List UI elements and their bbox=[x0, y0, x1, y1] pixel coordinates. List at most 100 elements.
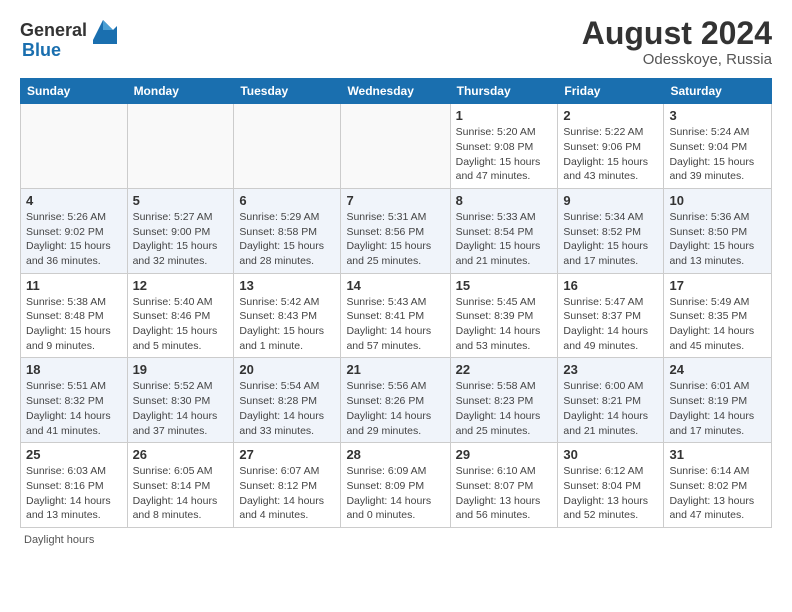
day-info: Sunrise: 5:26 AMSunset: 9:02 PMDaylight:… bbox=[26, 210, 122, 269]
day-number: 30 bbox=[563, 447, 658, 462]
calendar-cell: 5 Sunrise: 5:27 AMSunset: 9:00 PMDaylight… bbox=[127, 188, 234, 273]
calendar-cell: 19 Sunrise: 5:52 AMSunset: 8:30 PMDayligh… bbox=[127, 358, 234, 443]
day-number: 15 bbox=[456, 278, 553, 293]
day-info: Sunrise: 5:49 AMSunset: 8:35 PMDaylight:… bbox=[669, 295, 766, 354]
calendar-cell: 2 Sunrise: 5:22 AMSunset: 9:06 PMDaylight… bbox=[558, 104, 664, 189]
calendar-cell: 28 Sunrise: 6:09 AMSunset: 8:09 PMDayligh… bbox=[341, 443, 450, 528]
calendar-week-row: 4Sunrise: 5:26 AMSunset: 9:02 PMDaylight… bbox=[21, 188, 772, 273]
day-info: Sunrise: 6:09 AMSunset: 8:09 PMDaylight:… bbox=[346, 464, 444, 523]
logo: General Blue bbox=[20, 16, 117, 61]
day-info: Sunrise: 6:05 AMSunset: 8:14 PMDaylight:… bbox=[133, 464, 229, 523]
day-info: Sunrise: 5:45 AMSunset: 8:39 PMDaylight:… bbox=[456, 295, 553, 354]
calendar-cell bbox=[341, 104, 450, 189]
day-number: 28 bbox=[346, 447, 444, 462]
day-info: Sunrise: 6:03 AMSunset: 8:16 PMDaylight:… bbox=[26, 464, 122, 523]
day-number: 6 bbox=[239, 193, 335, 208]
day-info: Sunrise: 6:14 AMSunset: 8:02 PMDaylight:… bbox=[669, 464, 766, 523]
weekday-header-thursday: Thursday bbox=[450, 79, 558, 104]
title-block: August 2024 Odesskoye, Russia bbox=[582, 16, 772, 68]
day-info: Sunrise: 5:40 AMSunset: 8:46 PMDaylight:… bbox=[133, 295, 229, 354]
day-number: 2 bbox=[563, 108, 658, 123]
day-info: Sunrise: 5:36 AMSunset: 8:50 PMDaylight:… bbox=[669, 210, 766, 269]
day-number: 19 bbox=[133, 362, 229, 377]
weekday-header-sunday: Sunday bbox=[21, 79, 128, 104]
day-number: 18 bbox=[26, 362, 122, 377]
day-number: 25 bbox=[26, 447, 122, 462]
day-number: 5 bbox=[133, 193, 229, 208]
calendar-week-row: 18 Sunrise: 5:51 AMSunset: 8:32 PMDayligh… bbox=[21, 358, 772, 443]
day-number: 14 bbox=[346, 278, 444, 293]
calendar-cell: 18 Sunrise: 5:51 AMSunset: 8:32 PMDayligh… bbox=[21, 358, 128, 443]
day-number: 3 bbox=[669, 108, 766, 123]
calendar-cell: 14Sunrise: 5:43 AMSunset: 8:41 PMDayligh… bbox=[341, 273, 450, 358]
weekday-header-monday: Monday bbox=[127, 79, 234, 104]
calendar-cell: 26 Sunrise: 6:05 AMSunset: 8:14 PMDayligh… bbox=[127, 443, 234, 528]
calendar-cell: 20Sunrise: 5:54 AMSunset: 8:28 PMDayligh… bbox=[234, 358, 341, 443]
day-number: 20 bbox=[239, 362, 335, 377]
calendar-cell: 22 Sunrise: 5:58 AMSunset: 8:23 PMDayligh… bbox=[450, 358, 558, 443]
day-number: 12 bbox=[133, 278, 229, 293]
calendar-cell: 1Sunrise: 5:20 AMSunset: 9:08 PMDaylight… bbox=[450, 104, 558, 189]
day-info: Sunrise: 6:00 AMSunset: 8:21 PMDaylight:… bbox=[563, 379, 658, 438]
day-number: 21 bbox=[346, 362, 444, 377]
day-info: Sunrise: 5:38 AMSunset: 8:48 PMDaylight:… bbox=[26, 295, 122, 354]
day-info: Sunrise: 5:51 AMSunset: 8:32 PMDaylight:… bbox=[26, 379, 122, 438]
calendar-cell: 17 Sunrise: 5:49 AMSunset: 8:35 PMDayligh… bbox=[664, 273, 772, 358]
day-number: 29 bbox=[456, 447, 553, 462]
calendar-cell: 27 Sunrise: 6:07 AMSunset: 8:12 PMDayligh… bbox=[234, 443, 341, 528]
logo-icon bbox=[89, 16, 117, 44]
day-info: Sunrise: 5:34 AMSunset: 8:52 PMDaylight:… bbox=[563, 210, 658, 269]
day-number: 11 bbox=[26, 278, 122, 293]
day-number: 8 bbox=[456, 193, 553, 208]
daylight-hours-label: Daylight hours bbox=[24, 534, 94, 546]
header: General Blue August 2024 Odesskoye, Russ… bbox=[20, 16, 772, 68]
day-number: 1 bbox=[456, 108, 553, 123]
day-info: Sunrise: 5:47 AMSunset: 8:37 PMDaylight:… bbox=[563, 295, 658, 354]
calendar-cell: 31 Sunrise: 6:14 AMSunset: 8:02 PMDayligh… bbox=[664, 443, 772, 528]
logo-general-text: General bbox=[20, 20, 87, 41]
day-number: 24 bbox=[669, 362, 766, 377]
day-number: 22 bbox=[456, 362, 553, 377]
day-number: 27 bbox=[239, 447, 335, 462]
weekday-header-wednesday: Wednesday bbox=[341, 79, 450, 104]
day-number: 9 bbox=[563, 193, 658, 208]
calendar-cell: 21Sunrise: 5:56 AMSunset: 8:26 PMDayligh… bbox=[341, 358, 450, 443]
day-info: Sunrise: 5:33 AMSunset: 8:54 PMDaylight:… bbox=[456, 210, 553, 269]
calendar-cell: 3 Sunrise: 5:24 AMSunset: 9:04 PMDaylight… bbox=[664, 104, 772, 189]
logo-blue-text: Blue bbox=[22, 40, 61, 61]
calendar-cell: 15 Sunrise: 5:45 AMSunset: 8:39 PMDayligh… bbox=[450, 273, 558, 358]
calendar-week-row: 11 Sunrise: 5:38 AMSunset: 8:48 PMDayligh… bbox=[21, 273, 772, 358]
day-number: 16 bbox=[563, 278, 658, 293]
day-info: Sunrise: 5:52 AMSunset: 8:30 PMDaylight:… bbox=[133, 379, 229, 438]
day-number: 13 bbox=[239, 278, 335, 293]
calendar-cell: 7Sunrise: 5:31 AMSunset: 8:56 PMDaylight… bbox=[341, 188, 450, 273]
day-info: Sunrise: 5:42 AMSunset: 8:43 PMDaylight:… bbox=[239, 295, 335, 354]
day-number: 17 bbox=[669, 278, 766, 293]
calendar-cell bbox=[127, 104, 234, 189]
day-info: Sunrise: 5:29 AMSunset: 8:58 PMDaylight:… bbox=[239, 210, 335, 269]
day-number: 26 bbox=[133, 447, 229, 462]
day-number: 31 bbox=[669, 447, 766, 462]
day-info: Sunrise: 5:58 AMSunset: 8:23 PMDaylight:… bbox=[456, 379, 553, 438]
calendar-cell: 12 Sunrise: 5:40 AMSunset: 8:46 PMDayligh… bbox=[127, 273, 234, 358]
calendar-cell: 25 Sunrise: 6:03 AMSunset: 8:16 PMDayligh… bbox=[21, 443, 128, 528]
day-info: Sunrise: 5:27 AMSunset: 9:00 PMDaylight:… bbox=[133, 210, 229, 269]
calendar-cell: 29 Sunrise: 6:10 AMSunset: 8:07 PMDayligh… bbox=[450, 443, 558, 528]
footer-label: Daylight hours bbox=[20, 534, 772, 546]
calendar-week-row: 1Sunrise: 5:20 AMSunset: 9:08 PMDaylight… bbox=[21, 104, 772, 189]
calendar-cell: 24Sunrise: 6:01 AMSunset: 8:19 PMDayligh… bbox=[664, 358, 772, 443]
month-year-title: August 2024 bbox=[582, 16, 772, 51]
weekday-header-row: SundayMondayTuesdayWednesdayThursdayFrid… bbox=[21, 79, 772, 104]
calendar-cell: 4Sunrise: 5:26 AMSunset: 9:02 PMDaylight… bbox=[21, 188, 128, 273]
day-info: Sunrise: 6:07 AMSunset: 8:12 PMDaylight:… bbox=[239, 464, 335, 523]
calendar-cell: 6 Sunrise: 5:29 AMSunset: 8:58 PMDaylight… bbox=[234, 188, 341, 273]
calendar-cell: 11 Sunrise: 5:38 AMSunset: 8:48 PMDayligh… bbox=[21, 273, 128, 358]
calendar-cell: 13 Sunrise: 5:42 AMSunset: 8:43 PMDayligh… bbox=[234, 273, 341, 358]
calendar-table: SundayMondayTuesdayWednesdayThursdayFrid… bbox=[20, 78, 772, 528]
day-info: Sunrise: 6:10 AMSunset: 8:07 PMDaylight:… bbox=[456, 464, 553, 523]
day-number: 23 bbox=[563, 362, 658, 377]
day-info: Sunrise: 5:24 AMSunset: 9:04 PMDaylight:… bbox=[669, 125, 766, 184]
weekday-header-saturday: Saturday bbox=[664, 79, 772, 104]
calendar-week-row: 25 Sunrise: 6:03 AMSunset: 8:16 PMDayligh… bbox=[21, 443, 772, 528]
day-info: Sunrise: 5:22 AMSunset: 9:06 PMDaylight:… bbox=[563, 125, 658, 184]
